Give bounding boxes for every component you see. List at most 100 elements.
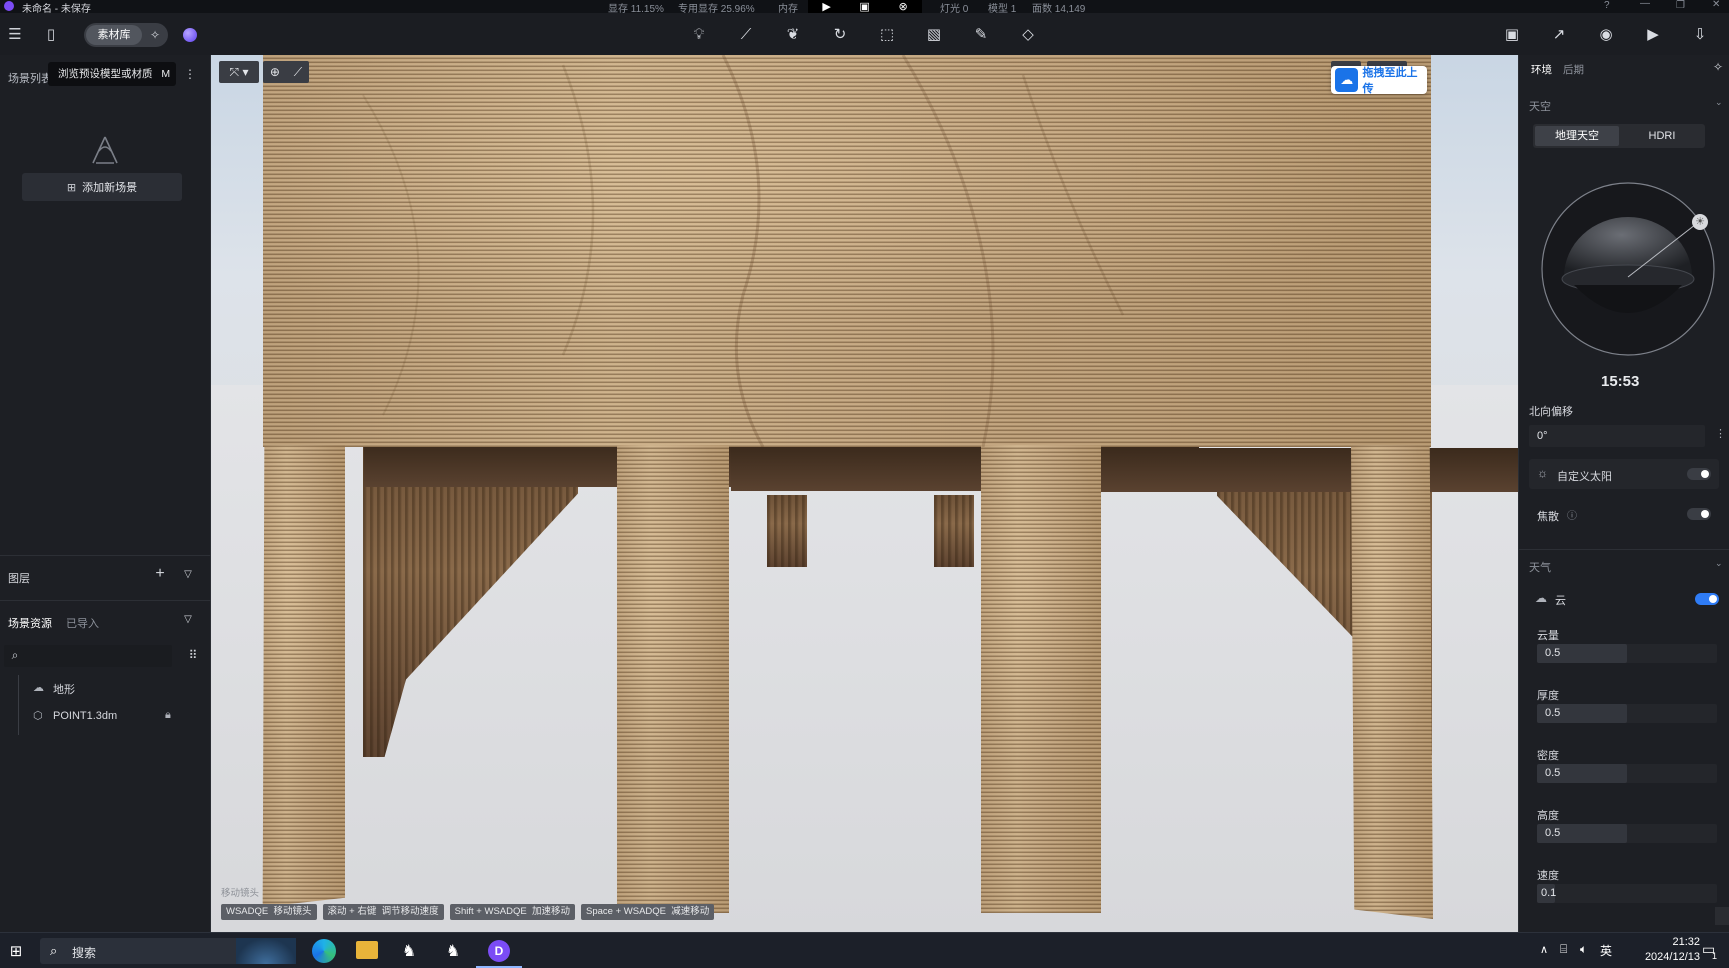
viewport-view-tools: ⊕ ⟋ [263,61,309,83]
light-bulb-icon[interactable]: 💡︎ [685,20,713,48]
section-icon[interactable]: ▧ [920,20,948,48]
upload-drop-badge[interactable]: ☁ 拖拽至此上传 [1331,66,1427,95]
rhino-app-icon-2[interactable]: ♞ [440,938,466,964]
brush-icon[interactable]: ✎ [967,20,995,48]
height-slider[interactable]: 0.5 [1537,824,1717,843]
upload-label: 拖拽至此上传 [1362,67,1418,95]
density-label: 密度 [1537,750,1559,762]
wood-leg-2 [617,445,729,913]
layers-collapse-icon[interactable]: ▽ [182,567,194,581]
search-icon: ⌕ [50,943,58,958]
shortcut-hint: Space + WSADQE 减速移动 [581,904,715,920]
sky-collapse-icon[interactable]: ⌄ [1715,97,1723,108]
notification-count: 1 [1712,951,1718,961]
minimize-icon[interactable]: — [1640,0,1650,9]
path-tool-icon[interactable]: ⟋ [732,20,760,48]
menu-icon[interactable]: ☰ [4,23,26,45]
network-icon[interactable]: ⌸ [1560,942,1567,957]
custom-sun-toggle[interactable] [1687,468,1711,480]
layers-icon[interactable]: ◇ [1014,20,1042,48]
close-icon[interactable]: ✕ [1712,0,1720,10]
assistant-orb-icon[interactable] [183,28,197,42]
tab-environment[interactable]: 环境 [1531,62,1552,77]
refresh-icon[interactable]: ↻ [826,20,854,48]
restore-icon[interactable]: ❐ [1676,0,1685,11]
file-icon[interactable]: ▯ [40,23,62,45]
sky-section-label: 天空 [1529,101,1551,113]
ime-indicator[interactable]: 英 [1600,942,1612,959]
video-icon[interactable]: ▶ [1639,20,1667,48]
density-slider[interactable]: 0.5 [1537,764,1717,783]
library-button[interactable]: 素材库 [86,25,142,45]
thickness-slider[interactable]: 0.5 [1537,704,1717,723]
share-icon[interactable]: ↗ [1545,20,1573,48]
3d-viewport[interactable]: ⤧ ▾ ⊕ ⟋ ⊡ ⧉ ▾ ☁ 拖拽至此上传 移动镜头 WSADQE 移动镜头 … [211,55,1518,932]
center-inner-leg-left [767,495,807,567]
rhino-app-icon[interactable]: ♞ [396,938,422,964]
assets-filter-icon[interactable]: ▽ [182,612,194,626]
north-offset-label: 北向偏移 [1529,406,1573,418]
clock-date[interactable]: 2024/12/13 [1626,951,1700,963]
add-layer-icon[interactable]: + [152,565,168,582]
tab-imported[interactable]: 已导入 [66,615,99,631]
grid-view-icon[interactable]: ⠿ [186,647,200,663]
lock-icon[interactable]: 🔒︎ [165,709,171,722]
export-icon[interactable]: ⇩ [1686,20,1714,48]
record-close-icon[interactable]: ⊗ [898,0,907,13]
record-play-icon[interactable]: ▶ [822,0,830,13]
shortcut-hints: WSADQE 移动镜头 滚动 + 右键 调节移动速度 Shift + WSADQ… [221,904,715,920]
file-explorer-icon[interactable] [356,941,378,959]
record-window-icon[interactable]: ▣ [859,0,869,13]
weather-section-label: 天气 [1529,562,1551,574]
transform-gizmo-dropdown[interactable]: ⤧ ▾ [219,61,259,83]
right-bay-ceiling [1101,448,1518,492]
sky-mode-geo[interactable]: 地理天空 [1535,126,1619,146]
right-panel: 环境 后期 ✧ 天空 ⌄ 地理天空 HDRI ☀ 15:53 北向偏移 0° ⋮… [1518,55,1729,932]
volume-icon[interactable]: 🔈︎ [1580,942,1587,957]
caustics-toggle[interactable] [1687,508,1711,520]
north-offset-input[interactable]: 0° [1529,425,1705,447]
ai-sparkle-icon[interactable]: ✧ [1713,60,1723,74]
speed-label: 速度 [1537,870,1559,882]
tooltip-text: 浏览预设模型或材质 [58,68,153,80]
sun-position-dial[interactable] [1540,181,1716,357]
tab-scene-assets[interactable]: 场景资源 [8,615,52,631]
more-options-icon[interactable]: ⋮ [184,66,196,82]
cloud-toggle[interactable] [1695,593,1719,605]
tray-chevron-icon[interactable]: ∧ [1540,943,1548,956]
camera-icon[interactable]: ◉ [1592,20,1620,48]
sky-mode-hdri[interactable]: HDRI [1621,126,1703,146]
globe-icon[interactable]: ⊕ [270,65,280,79]
windows-start-icon[interactable]: ⊞ [6,941,26,961]
north-offset-more-icon[interactable]: ⋮ [1715,427,1726,440]
search-highlight-art [236,938,296,964]
panel-scrollbar[interactable] [1715,907,1729,925]
edge-browser-icon[interactable] [312,939,336,963]
help-icon[interactable]: ? [1604,0,1610,11]
cloud-amount-slider[interactable]: 0.5 [1537,644,1717,663]
clock-time[interactable]: 21:32 [1640,936,1700,948]
custom-sun-label: 自定义太阳 [1557,471,1612,483]
sun-handle-icon[interactable]: ☀ [1692,214,1708,230]
tab-post[interactable]: 后期 [1563,62,1584,77]
sky-mode-segmented: 地理天空 HDRI [1533,124,1705,148]
add-scene-button[interactable]: ⊞ 添加新场景 [22,173,182,201]
tree-item-model[interactable]: ⬡ POINT1.3dm 🔒︎ [20,704,211,730]
taskbar-search[interactable]: ⌕ 搜索 [40,938,296,964]
ai-sparkle-icon[interactable]: ✧ [144,25,166,45]
leaf-icon[interactable]: ❦ [779,20,807,48]
title-bar: 未命名 - 未保存 显存 11.15% 专用显存 25.96% 内存 ▶ ▣ ⊗… [0,0,1729,15]
d5-render-icon[interactable]: D [488,940,510,962]
tree-item-terrain[interactable]: ☁ 地形 [20,675,211,701]
scene-placeholder-icon [92,136,118,164]
asset-search-input[interactable]: ⌕ [4,645,172,667]
speed-slider[interactable]: 0.1 [1537,884,1717,903]
app-logo-icon [4,1,14,11]
weather-collapse-icon[interactable]: ⌄ [1715,558,1723,569]
box-icon[interactable]: ⬚ [873,20,901,48]
model-icon: ⬡ [33,710,43,722]
main-toolbar: ☰ ▯ 素材库 ✧ 💡︎ ⟋ ❦ ↻ ⬚ ▧ ✎ ◇ ▣ ↗ ◉ ▶ ⇩ [0,13,1729,55]
measure-icon[interactable]: ⟋ [294,65,302,80]
render-camera-icon[interactable]: ▣ [1498,20,1526,48]
help-circle-icon[interactable]: ⓘ [1567,507,1577,522]
